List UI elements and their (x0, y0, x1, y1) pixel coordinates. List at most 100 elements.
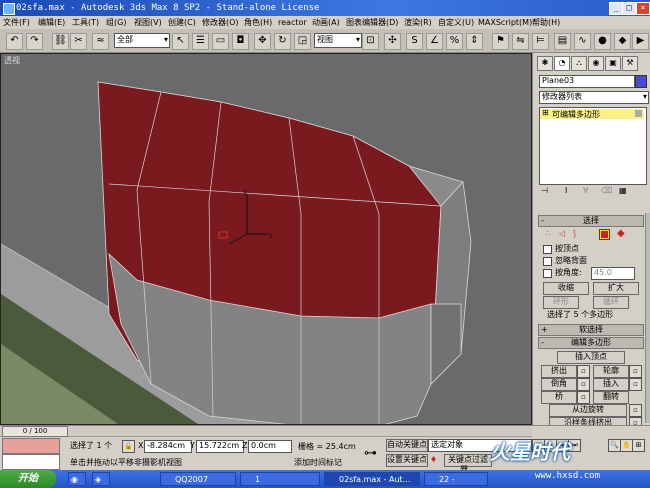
material-editor-icon[interactable]: ● (594, 33, 611, 50)
extrude-spline-settings-icon[interactable]: ▫ (629, 417, 642, 425)
named-selection-icon[interactable]: ⚑ (492, 33, 509, 50)
make-unique-icon[interactable]: ∀ (583, 186, 588, 195)
inset-button[interactable]: 插入 (593, 378, 629, 391)
lock-selection-icon[interactable]: 🔒 (122, 440, 135, 453)
key-mode-icon[interactable]: ♦ (430, 455, 437, 464)
menu-file[interactable]: 文件(F) (3, 16, 30, 29)
remove-modifier-icon[interactable]: ⌫ (601, 186, 612, 195)
soft-selection-rollout-header[interactable]: + 软选择 (538, 324, 644, 336)
angle-spinner[interactable]: 45.0 (591, 267, 635, 280)
menu-maxscript[interactable]: MAXScript(M) (478, 16, 532, 29)
taskbar-item-qq[interactable]: QQ2007 (160, 472, 236, 486)
hinge-from-edge-button[interactable]: 从边旋转 (549, 404, 627, 417)
time-slider-track[interactable]: 0 / 100 (0, 426, 532, 437)
motion-tab-icon[interactable]: ◉ (588, 56, 604, 71)
x-coordinate-field[interactable]: -8.284cm (144, 440, 192, 453)
angle-snap-icon[interactable]: ∠ (426, 33, 443, 50)
bridge-button[interactable]: 桥 (541, 391, 577, 404)
select-object-icon[interactable]: ↖ (172, 33, 189, 50)
show-end-result-icon[interactable]: Ⅰ (565, 186, 567, 195)
object-color-swatch[interactable] (635, 75, 647, 88)
layer-manager-icon[interactable]: ▤ (554, 33, 571, 50)
quick-render-icon[interactable]: ▶ (632, 33, 649, 50)
spinner-snap-icon[interactable]: ⇕ (466, 33, 483, 50)
curve-editor-icon[interactable]: ∿ (574, 33, 591, 50)
menu-help[interactable]: 帮助(H) (532, 16, 560, 29)
border-subobject-icon[interactable]: ⟆ (573, 229, 576, 238)
menu-customize[interactable]: 自定义(U) (438, 16, 474, 29)
menu-graph-editors[interactable]: 图表编辑器(D) (346, 16, 398, 29)
redo-icon[interactable]: ↷ (26, 33, 43, 50)
pin-stack-icon[interactable]: ⊣ (541, 186, 548, 195)
menu-rendering[interactable]: 渲染(R) (404, 16, 432, 29)
bind-space-warp-icon[interactable]: ≈ (92, 33, 109, 50)
display-tab-icon[interactable]: ▣ (605, 56, 621, 71)
selection-filter-dropdown[interactable]: 全部 ▾ (114, 33, 170, 48)
minimize-button[interactable]: _ (609, 2, 623, 15)
flip-button[interactable]: 翻转 (593, 391, 629, 404)
key-icon[interactable]: ⊶ (364, 446, 377, 461)
rectangle-selection-icon[interactable]: ▭ (212, 33, 229, 50)
grow-button[interactable]: 扩大 (593, 282, 639, 295)
unlink-icon[interactable]: ✂ (70, 33, 87, 50)
extrude-button[interactable]: 挤出 (541, 365, 577, 378)
select-by-name-icon[interactable]: ☰ (192, 33, 209, 50)
key-filters-button[interactable]: 关键点过滤器... (444, 454, 492, 474)
percent-snap-icon[interactable]: % (446, 33, 463, 50)
rotate-icon[interactable]: ↻ (274, 33, 291, 50)
quick-launch-icon[interactable]: ◈ (92, 472, 110, 486)
auto-key-button[interactable]: 自动关键点 (386, 439, 428, 452)
menu-modifiers[interactable]: 修改器(O) (202, 16, 239, 29)
z-coordinate-field[interactable]: 0.0cm (248, 440, 292, 453)
render-scene-icon[interactable]: ◆ (614, 33, 631, 50)
modifier-list-dropdown[interactable]: 修改器列表 ▾ (539, 91, 649, 104)
menu-tools[interactable]: 工具(T) (72, 16, 99, 29)
window-crossing-icon[interactable]: ◘ (232, 33, 249, 50)
extrude-settings-icon[interactable]: ▫ (577, 365, 590, 378)
select-manipulate-icon[interactable]: ✣ (384, 33, 401, 50)
ring-button[interactable]: 环形 (543, 296, 579, 309)
menu-views[interactable]: 视图(V) (134, 16, 162, 29)
move-icon[interactable]: ✥ (254, 33, 271, 50)
object-name-field[interactable]: Plane03 (539, 75, 635, 88)
taskbar-item-3dsmax[interactable]: 02sfa.max - Aut... (324, 472, 420, 486)
scale-icon[interactable]: ◲ (294, 33, 311, 50)
undo-icon[interactable]: ↶ (6, 33, 23, 50)
time-slider[interactable]: 0 / 100 (2, 426, 68, 437)
snap-toggle-icon[interactable]: S (406, 33, 423, 50)
inset-settings-icon[interactable]: ▫ (629, 378, 642, 391)
stack-item[interactable]: ⊞ 可编辑多边形 (540, 108, 644, 119)
configure-sets-icon[interactable]: ▦ (619, 186, 627, 195)
set-key-button[interactable]: 设置关键点 (386, 454, 428, 467)
bevel-settings-icon[interactable]: ▫ (577, 378, 590, 391)
quick-launch-icon[interactable]: ◉ (68, 472, 86, 486)
maxscript-listener[interactable] (2, 438, 60, 454)
taskbar-item-folder[interactable]: 1 (240, 472, 320, 486)
bevel-button[interactable]: 倒角 (541, 378, 577, 391)
close-button[interactable]: × (636, 2, 650, 15)
maxscript-input[interactable] (2, 454, 60, 470)
menu-edit[interactable]: 编辑(E) (38, 16, 65, 29)
y-coordinate-field[interactable]: 15.722cm (196, 440, 244, 453)
perspective-viewport[interactable]: 透视 y z (0, 53, 532, 425)
element-subobject-icon[interactable]: ◆ (617, 228, 625, 239)
menu-character[interactable]: 角色(H) (244, 16, 272, 29)
edit-polygons-rollout-header[interactable]: - 编辑多边形 (538, 337, 644, 349)
by-vertex-checkbox[interactable] (543, 245, 552, 254)
link-icon[interactable]: ⛓ (52, 33, 69, 50)
menu-group[interactable]: 组(G) (106, 16, 126, 29)
by-angle-checkbox[interactable] (543, 269, 552, 278)
taskbar-item-other[interactable]: 22 - (424, 472, 488, 486)
reference-coordinate-dropdown[interactable]: 视图 ▾ (314, 33, 362, 48)
align-icon[interactable]: ⊨ (532, 33, 549, 50)
polygon-subobject-icon[interactable] (599, 229, 610, 240)
mirror-icon[interactable]: ⇋ (512, 33, 529, 50)
utilities-tab-icon[interactable]: ⚒ (622, 56, 638, 71)
extrude-along-spline-button[interactable]: 沿样条线挤出 (549, 417, 627, 425)
add-time-tag[interactable]: 添加时间标记 (294, 457, 342, 468)
loop-button[interactable]: 循环 (593, 296, 629, 309)
panel-scrollbar[interactable] (645, 213, 650, 423)
menu-animation[interactable]: 动画(A) (312, 16, 340, 29)
edge-subobject-icon[interactable]: ◁ (559, 229, 565, 238)
maximize-button[interactable]: □ (622, 2, 636, 15)
